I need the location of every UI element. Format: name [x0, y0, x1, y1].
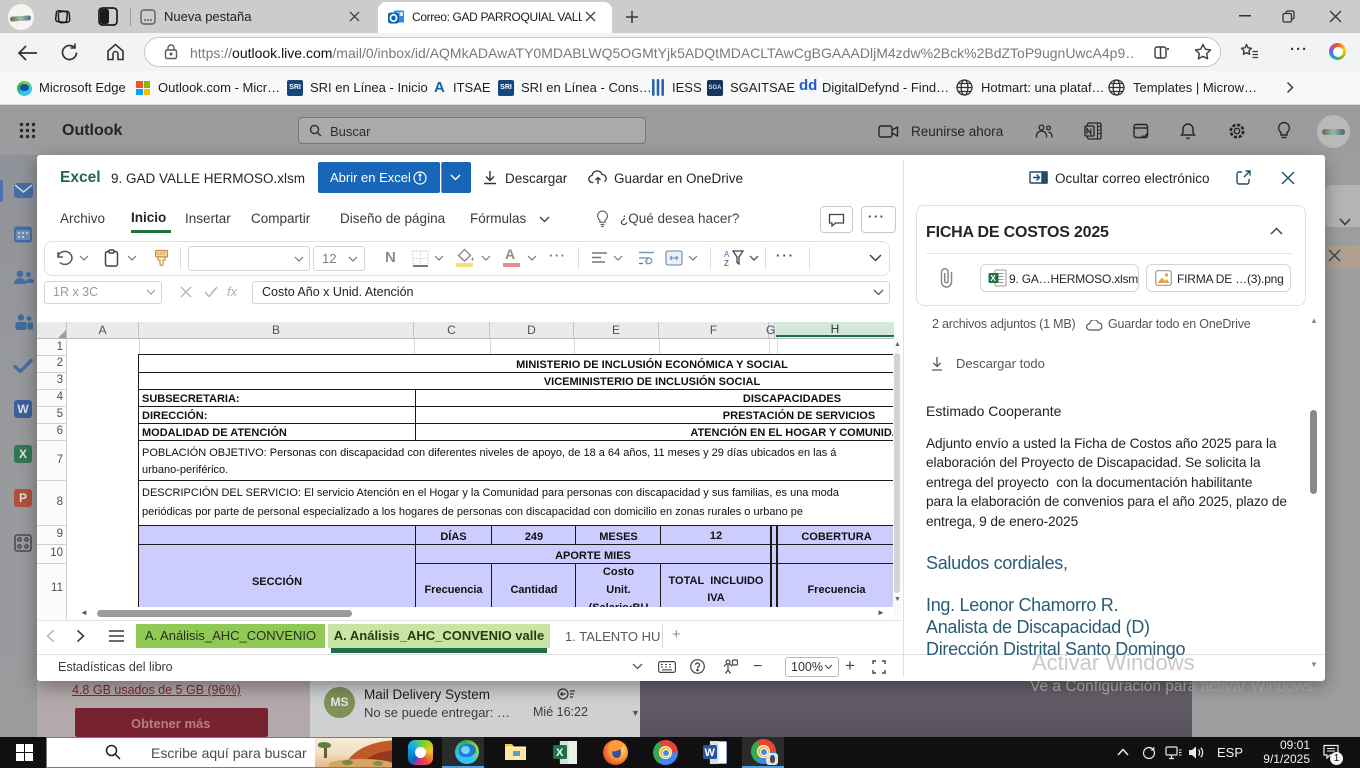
svg-text:X: X	[556, 747, 564, 759]
svg-text:Z: Z	[724, 259, 729, 267]
svg-text:X: X	[990, 273, 996, 283]
svg-text:A: A	[724, 250, 730, 259]
svg-text:W: W	[705, 747, 716, 759]
